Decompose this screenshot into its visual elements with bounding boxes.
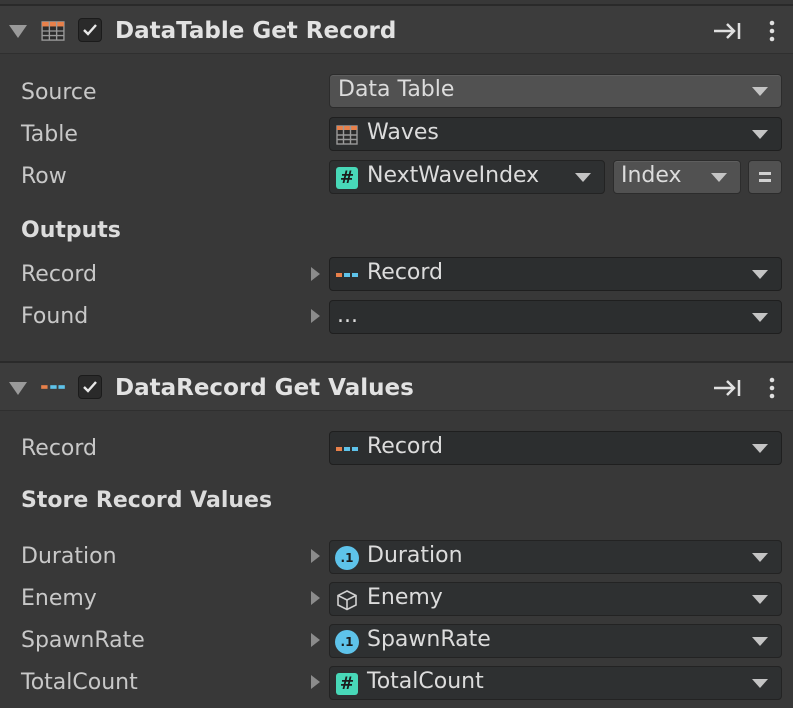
chevron-down-icon bbox=[575, 173, 591, 182]
chevron-down-icon bbox=[752, 87, 768, 96]
chevron-down-icon bbox=[752, 130, 768, 139]
output-record-dropdown[interactable]: Record bbox=[329, 257, 782, 291]
collapse-arrow-icon[interactable] bbox=[712, 20, 742, 42]
cube-icon bbox=[337, 590, 357, 611]
record-label: Record bbox=[21, 436, 98, 461]
outputs-heading: Outputs bbox=[21, 218, 121, 243]
record-value: Record bbox=[367, 434, 444, 459]
output-found-label: Found bbox=[21, 304, 89, 329]
value-totalcount: TotalCount bbox=[367, 669, 484, 694]
hash-icon: # bbox=[336, 167, 358, 189]
chevron-down-icon bbox=[752, 313, 768, 322]
section-title: DataTable Get Record bbox=[115, 18, 397, 44]
value-dropdown-spawnrate[interactable]: .1 SpawnRate bbox=[329, 624, 782, 658]
value-enemy: Enemy bbox=[367, 585, 443, 610]
chevron-down-icon bbox=[752, 679, 768, 688]
row-value: NextWaveIndex bbox=[367, 163, 540, 188]
chevron-down-icon bbox=[752, 444, 768, 453]
row-label: Row bbox=[21, 164, 67, 189]
foldout-arrow-icon[interactable] bbox=[9, 25, 27, 38]
foldout-arrow-icon[interactable] bbox=[9, 382, 27, 395]
expand-arrow-icon[interactable] bbox=[311, 309, 320, 323]
chevron-down-icon bbox=[752, 637, 768, 646]
more-options-icon[interactable] bbox=[757, 377, 787, 399]
value-label-duration: Duration bbox=[21, 544, 117, 569]
output-found-value: ... bbox=[337, 303, 358, 328]
value-label-totalcount: TotalCount bbox=[21, 670, 138, 695]
value-label-spawnrate: SpawnRate bbox=[21, 628, 145, 653]
record-icon bbox=[336, 273, 358, 277]
table-icon bbox=[336, 125, 358, 145]
checkmark-icon bbox=[83, 24, 97, 36]
hash-icon: # bbox=[336, 673, 358, 695]
chevron-down-icon bbox=[711, 173, 727, 182]
chevron-down-icon bbox=[752, 595, 768, 604]
record-dropdown[interactable]: Record bbox=[329, 431, 782, 465]
expand-arrow-icon[interactable] bbox=[311, 267, 320, 281]
output-record-label: Record bbox=[21, 262, 98, 287]
source-dropdown[interactable]: Data Table bbox=[329, 74, 782, 108]
expand-arrow-icon[interactable] bbox=[311, 549, 320, 563]
float-icon: .1 bbox=[335, 546, 359, 570]
float-icon: .1 bbox=[335, 630, 359, 654]
binding-mode-button[interactable] bbox=[748, 160, 782, 194]
table-icon bbox=[41, 21, 65, 41]
value-spawnrate: SpawnRate bbox=[367, 627, 491, 652]
row-variable-dropdown[interactable]: # NextWaveIndex bbox=[329, 160, 605, 194]
value-duration: Duration bbox=[367, 543, 463, 568]
enabled-checkbox[interactable] bbox=[78, 375, 102, 399]
value-dropdown-enemy[interactable]: Enemy bbox=[329, 582, 782, 616]
equals-icon bbox=[759, 172, 771, 175]
source-value: Data Table bbox=[338, 77, 455, 102]
output-found-dropdown[interactable]: ... bbox=[329, 300, 782, 334]
row-mode-value: Index bbox=[621, 163, 682, 188]
section-header-datatable-get-record[interactable]: DataTable Get Record bbox=[0, 4, 793, 54]
record-icon bbox=[336, 447, 358, 451]
enabled-checkbox[interactable] bbox=[78, 18, 102, 42]
collapse-arrow-icon[interactable] bbox=[712, 377, 742, 399]
value-dropdown-totalcount[interactable]: # TotalCount bbox=[329, 666, 782, 700]
more-options-icon[interactable] bbox=[757, 20, 787, 42]
store-record-values-heading: Store Record Values bbox=[21, 488, 273, 513]
table-dropdown[interactable]: Waves bbox=[329, 117, 782, 151]
value-label-enemy: Enemy bbox=[21, 586, 97, 611]
checkmark-icon bbox=[83, 381, 97, 393]
table-value: Waves bbox=[367, 120, 439, 145]
chevron-down-icon bbox=[752, 270, 768, 279]
output-record-value: Record bbox=[367, 260, 444, 285]
chevron-down-icon bbox=[752, 553, 768, 562]
expand-arrow-icon[interactable] bbox=[311, 591, 320, 605]
section-header-datarecord-get-values[interactable]: DataRecord Get Values bbox=[0, 361, 793, 411]
row-mode-dropdown[interactable]: Index bbox=[613, 160, 741, 194]
source-label: Source bbox=[21, 80, 97, 105]
table-label: Table bbox=[21, 122, 78, 147]
expand-arrow-icon[interactable] bbox=[311, 633, 320, 647]
value-dropdown-duration[interactable]: .1 Duration bbox=[329, 540, 782, 574]
record-icon bbox=[41, 385, 65, 389]
section-title: DataRecord Get Values bbox=[115, 375, 414, 401]
expand-arrow-icon[interactable] bbox=[311, 675, 320, 689]
